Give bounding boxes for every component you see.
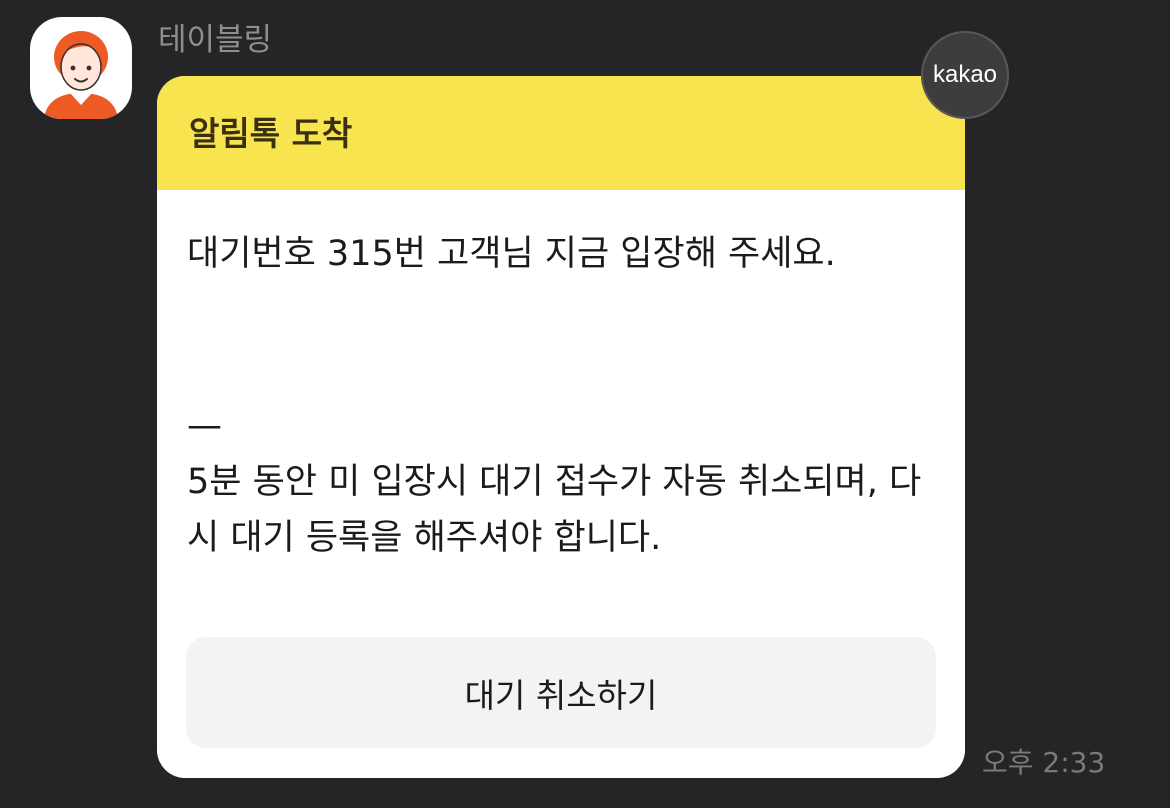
cancel-waiting-button[interactable]: 대기 취소하기 [186, 637, 936, 748]
message-header-title: 알림톡 도착 [189, 114, 353, 153]
message-body: 대기번호 315번 고객님 지금 입장해 주세요. — 5분 동안 미 입장시 … [187, 226, 935, 566]
message-notice-text: 5분 동안 미 입장시 대기 접수가 자동 취소되며, 다시 대기 등록을 해주… [187, 462, 922, 558]
alimtalk-message-card: 알림톡 도착 대기번호 315번 고객님 지금 입장해 주세요. — 5분 동안… [157, 76, 965, 778]
kakao-badge: kakao [921, 31, 1009, 119]
message-divider: — [187, 406, 222, 446]
message-header: 알림톡 도착 [157, 76, 965, 190]
sender-avatar[interactable] [30, 17, 132, 119]
message-main-text: 대기번호 315번 고객님 지금 입장해 주세요. [187, 234, 836, 274]
person-avatar-icon [44, 31, 118, 119]
sender-name: 테이블링 [158, 22, 273, 58]
message-timestamp: 오후 2:33 [982, 746, 1106, 779]
